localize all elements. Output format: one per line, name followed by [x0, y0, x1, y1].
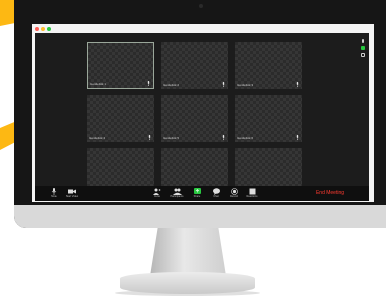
end-meeting-button[interactable]: End Meeting: [302, 189, 358, 198]
participant-name: Gentlefolk 5: [163, 136, 180, 140]
chat-label: Chat: [213, 195, 219, 198]
screen: Gentlefolk 1 Gentlefolk 2 Gentlefolk 3 Gent…: [32, 24, 374, 202]
info-icon[interactable]: [362, 39, 364, 43]
mute-button[interactable]: Mute: [45, 188, 63, 201]
microphone-muted-icon: [148, 135, 151, 140]
invite-label: Invite: [154, 195, 160, 198]
reactions-icon: [249, 188, 255, 195]
microphone-muted-icon: [147, 81, 150, 86]
share-label: Share: [193, 195, 201, 198]
reactions-label: Reactions: [246, 195, 258, 198]
close-window-button[interactable]: [35, 27, 39, 31]
participant-name: Gentlefolk 2: [163, 83, 180, 87]
record-icon: [230, 188, 238, 195]
people-icon: [172, 188, 182, 195]
microphone-muted-icon: [222, 135, 225, 140]
start-video-label: Start Video: [65, 195, 79, 198]
participants-label: Participants: [170, 195, 184, 198]
participant-tile[interactable]: Gentlefolk 4: [87, 95, 154, 142]
participant-name: Gentlefolk 1: [90, 82, 107, 86]
participant-tile[interactable]: Gentlefolk 5: [161, 95, 228, 142]
microphone-muted-icon: [222, 82, 225, 87]
microphone-muted-icon: [296, 135, 299, 140]
participant-tile[interactable]: Gentlefolk 3: [235, 42, 302, 89]
share-screen-icon: [193, 188, 201, 194]
share-screen-button[interactable]: Share: [188, 188, 206, 201]
reactions-button[interactable]: Reactions: [243, 188, 261, 201]
participant-tile[interactable]: Gentlefolk 2: [161, 42, 228, 89]
shield-icon[interactable]: [361, 46, 365, 50]
video-camera-icon: [68, 189, 76, 194]
invite-button[interactable]: Invite: [148, 188, 166, 201]
maximize-window-button[interactable]: [47, 27, 51, 31]
monitor-chin: [14, 205, 386, 228]
microphone-muted-icon: [296, 82, 299, 87]
mute-label: Mute: [51, 195, 57, 198]
participant-tile[interactable]: Gentlefolk 1: [87, 42, 154, 89]
view-options: [360, 39, 366, 60]
chat-bubble-icon: [212, 188, 220, 195]
participant-tile[interactable]: Gentlefolk 6: [235, 95, 302, 142]
record-button[interactable]: Record: [225, 188, 243, 201]
add-user-icon: [153, 188, 161, 195]
participant-name: Gentlefolk 4: [89, 136, 106, 140]
meeting-window: Gentlefolk 1 Gentlefolk 2 Gentlefolk 3 Gent…: [35, 33, 369, 201]
start-video-button[interactable]: Start Video: [63, 188, 81, 201]
window-titlebar: [32, 24, 374, 33]
monitor-stand-neck: [150, 228, 226, 276]
participant-gallery: Gentlefolk 1 Gentlefolk 2 Gentlefolk 3 Gent…: [87, 42, 302, 195]
meeting-toolbar: Mute Start Video Invite Participants Sha…: [35, 186, 369, 201]
microphone-icon: [51, 188, 57, 195]
monitor-stand-base: [120, 272, 255, 294]
participants-button[interactable]: Participants: [168, 188, 186, 201]
webcam: [199, 4, 203, 8]
minimize-window-button[interactable]: [41, 27, 45, 31]
gallery-view-icon[interactable]: [361, 53, 365, 57]
chat-button[interactable]: Chat: [207, 188, 225, 201]
participant-name: Gentlefolk 6: [237, 136, 254, 140]
participant-name: Gentlefolk 3: [237, 83, 254, 87]
monitor: Gentlefolk 1 Gentlefolk 2 Gentlefolk 3 Gent…: [14, 0, 386, 228]
record-label: Record: [229, 195, 239, 198]
